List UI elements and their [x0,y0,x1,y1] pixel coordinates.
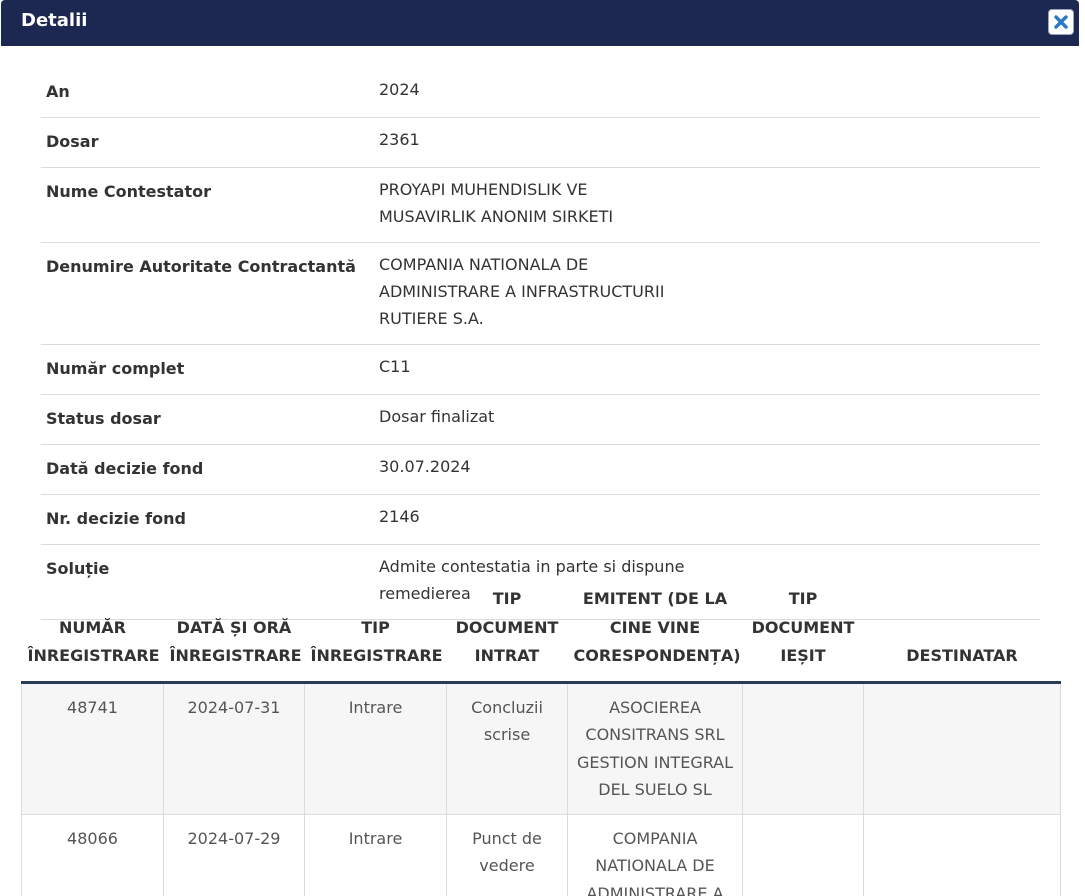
cell-tip-inregistrare: Intrare [304,814,447,896]
detail-label: Status dosar [41,394,374,445]
cell-destinatar [863,682,1061,815]
detail-value: PROYAPI MUHENDISLIK VE MUSAVIRLIK ANONIM… [379,180,614,226]
detail-value: Dosar finalizat [379,407,495,426]
cell-tip-document-intrat: Concluzii scrise [446,682,568,815]
detail-value: 2146 [379,507,420,526]
detail-row-numar-complet: Număr complet C11 [41,344,1040,395]
details-table: An 2024 Dosar 2361 Nume Contestator PROY… [41,68,1040,620]
detail-value: COMPANIA NATIONALA DE ADMINISTRARE A INF… [379,255,665,328]
detail-row-autoritate: Denumire Autoritate Contractantă COMPANI… [41,242,1040,345]
cell-emitent: ASOCIEREA CONSITRANS SRL GESTION INTEGRA… [567,682,743,815]
detail-row-nr-decizie: Nr. decizie fond 2146 [41,494,1040,545]
dialog-title: Detalii [21,10,88,31]
detail-value: 2361 [379,130,420,149]
cell-destinatar [863,814,1061,896]
registry-header-row: NUMĂR ÎNREGISTRARE DATĂ ȘI ORĂ ÎNREGISTR… [21,585,1061,684]
dialog-titlebar: Detalii [1,0,1079,46]
cell-tip-document-iesit [742,814,864,896]
column-header-tip-inregistrare[interactable]: TIP ÎNREGISTRARE [304,585,447,684]
table-row: 48741 2024-07-31 Intrare Concluzii scris… [21,682,1061,815]
cell-data: 2024-07-29 [163,814,305,896]
detail-label: Dosar [41,117,374,168]
close-button[interactable] [1048,9,1074,35]
column-header-destinatar[interactable]: DESTINATAR [863,585,1061,684]
cell-numar: 48066 [21,814,164,896]
detail-value: 2024 [379,80,420,99]
cell-data: 2024-07-31 [163,682,305,815]
detail-row-an: An 2024 [41,68,1040,118]
detail-label: Denumire Autoritate Contractantă [41,242,374,345]
detail-row-data-decizie: Dată decizie fond 30.07.2024 [41,444,1040,495]
detail-value: C11 [379,357,411,376]
detail-row-status: Status dosar Dosar finalizat [41,394,1040,445]
detail-label: Nume Contestator [41,167,374,243]
column-header-emitent[interactable]: EMITENT (DE LA CINE VINE CORESPONDENȚA) [567,585,743,684]
column-header-numar[interactable]: NUMĂR ÎNREGISTRARE [21,585,164,684]
column-header-tip-document-intrat[interactable]: TIP DOCUMENT INTRAT [446,585,568,684]
registry-table: NUMĂR ÎNREGISTRARE DATĂ ȘI ORĂ ÎNREGISTR… [21,585,1061,896]
close-icon [1054,15,1068,29]
column-header-tip-document-iesit[interactable]: TIP DOCUMENT IEȘIT [742,585,864,684]
column-header-data[interactable]: DATĂ ȘI ORĂ ÎNREGISTRARE [163,585,305,684]
detail-label: Dată decizie fond [41,444,374,495]
cell-tip-inregistrare: Intrare [304,682,447,815]
detail-label: Număr complet [41,344,374,395]
cell-tip-document-iesit [742,682,864,815]
detail-label: Nr. decizie fond [41,494,374,545]
table-row: 48066 2024-07-29 Intrare Punct de vedere… [21,814,1061,896]
cell-numar: 48741 [21,682,164,815]
detail-row-contestator: Nume Contestator PROYAPI MUHENDISLIK VE … [41,167,1040,243]
cell-emitent: COMPANIA NATIONALA DE ADMINISTRARE A [567,814,743,896]
cell-tip-document-intrat: Punct de vedere [446,814,568,896]
detail-value: 30.07.2024 [379,457,471,476]
details-dialog: Detalii An 2024 Dosar 2361 Nume Contesta… [0,0,1085,896]
detail-row-dosar: Dosar 2361 [41,117,1040,168]
detail-label: An [41,68,374,118]
